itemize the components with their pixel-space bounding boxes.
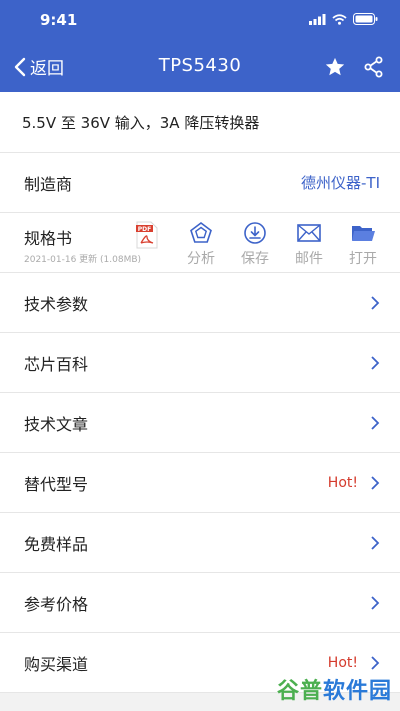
menu-item-label: 替代型号 — [24, 474, 89, 494]
status-icons — [309, 13, 378, 25]
download-icon — [244, 222, 266, 244]
product-description: 5.5V 至 36V 输入，3A 降压转换器 — [0, 92, 400, 153]
open-label: 打开 — [349, 251, 377, 267]
menu-item-chip-wiki[interactable]: 芯片百科 — [0, 333, 400, 393]
menu-item-tech-params[interactable]: 技术参数 — [0, 273, 400, 333]
watermark: 谷普软件园 — [277, 673, 392, 705]
wifi-icon — [332, 13, 347, 25]
datasheet-actions: PDF 分析 保存 邮件 打开 — [120, 221, 390, 268]
datasheet-row: 规格书 2021-01-16 更新 (1.08MB) PDF 分析 保存 邮件 … — [0, 213, 400, 273]
pdf-button[interactable]: PDF — [120, 221, 174, 268]
hot-badge: Hot! — [327, 654, 358, 671]
menu-item-label: 购买渠道 — [24, 654, 89, 674]
manufacturer-row[interactable]: 制造商 德州仪器-TI — [0, 153, 400, 213]
chevron-right-icon — [371, 655, 380, 670]
menu-item-label: 芯片百科 — [24, 354, 89, 374]
chevron-right-icon — [371, 595, 380, 610]
watermark-part2: 软件园 — [322, 679, 392, 704]
menu-item-label: 参考价格 — [24, 594, 89, 614]
chevron-right-icon — [371, 475, 380, 490]
chevron-right-icon — [371, 295, 380, 310]
menu-item-label: 免费样品 — [24, 534, 89, 554]
status-bar: 9:41 — [0, 0, 400, 42]
save-button[interactable]: 保存 — [228, 221, 282, 268]
menu-item-label: 技术参数 — [24, 294, 89, 314]
chevron-right-icon — [371, 355, 380, 370]
favorite-star-icon[interactable] — [324, 56, 346, 82]
menu-item-free-samples[interactable]: 免费样品 — [0, 513, 400, 573]
menu-item-alternatives[interactable]: 替代型号 Hot! — [0, 453, 400, 513]
watermark-part1: 谷普 — [276, 679, 323, 704]
status-time: 9:41 — [40, 11, 78, 29]
menu-item-tech-articles[interactable]: 技术文章 — [0, 393, 400, 453]
analyze-button[interactable]: 分析 — [174, 221, 228, 268]
email-label: 邮件 — [295, 251, 323, 267]
hot-badge: Hot! — [327, 474, 358, 491]
analyze-label: 分析 — [187, 251, 215, 267]
menu-item-label: 技术文章 — [24, 414, 89, 434]
datasheet-label: 规格书 — [24, 229, 73, 248]
battery-icon — [353, 13, 378, 25]
open-button[interactable]: 打开 — [336, 221, 390, 268]
folder-icon — [352, 226, 375, 241]
chevron-right-icon — [371, 415, 380, 430]
pentagon-icon — [190, 222, 212, 243]
signal-icon — [309, 13, 326, 25]
menu-item-reference-price[interactable]: 参考价格 — [0, 573, 400, 633]
mail-icon — [297, 224, 321, 242]
manufacturer-link[interactable]: 德州仪器-TI — [301, 172, 380, 193]
pdf-badge-text: PDF — [138, 226, 151, 233]
email-button[interactable]: 邮件 — [282, 221, 336, 268]
nav-bar: 返回 TPS5430 — [0, 42, 400, 92]
save-label: 保存 — [241, 251, 269, 267]
share-icon[interactable] — [364, 56, 384, 82]
pdf-icon: PDF — [136, 221, 158, 249]
manufacturer-label: 制造商 — [24, 174, 73, 194]
chevron-right-icon — [371, 535, 380, 550]
